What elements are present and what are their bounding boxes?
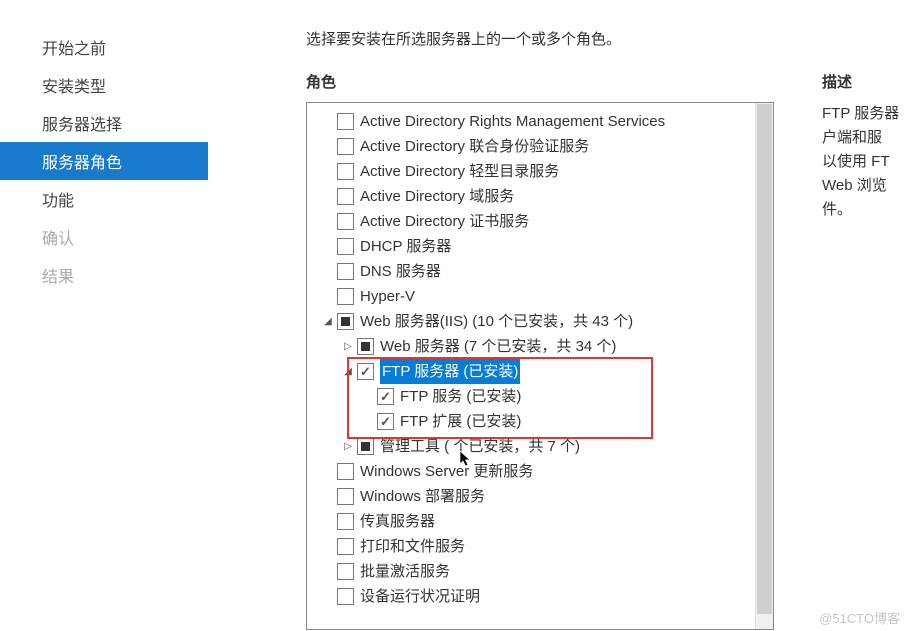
role-checkbox[interactable]: [337, 288, 354, 305]
role-checkbox[interactable]: [337, 113, 354, 130]
role-checkbox[interactable]: [337, 138, 354, 155]
role-checkbox[interactable]: [337, 313, 354, 330]
role-checkbox[interactable]: [337, 188, 354, 205]
role-label: DNS 服务器: [360, 259, 441, 284]
role-label: Active Directory 轻型目录服务: [360, 159, 559, 184]
role-checkbox[interactable]: [337, 513, 354, 530]
role-row[interactable]: 批量激活服务: [315, 559, 769, 584]
nav-server-selection[interactable]: 服务器选择: [0, 104, 208, 142]
description-text: FTP 服务器 户端和服 以使用 FT Web 浏览 件。: [822, 102, 906, 222]
watermark-text: @51CTO博客: [819, 608, 900, 627]
expander-expand-icon[interactable]: ▷: [341, 334, 355, 359]
role-label: Windows Server 更新服务: [360, 459, 533, 484]
roles-tree: Active Directory Rights Management Servi…: [306, 102, 774, 630]
scroll-thumb[interactable]: [757, 104, 772, 614]
role-row[interactable]: Active Directory 轻型目录服务: [315, 159, 769, 184]
role-row[interactable]: DHCP 服务器: [315, 234, 769, 259]
role-row[interactable]: FTP 扩展 (已安装): [315, 409, 769, 434]
expander-collapse-icon[interactable]: ◢: [321, 309, 335, 334]
role-label: DHCP 服务器: [360, 234, 451, 259]
role-label: Active Directory 域服务: [360, 184, 514, 209]
nav-installation-type[interactable]: 安装类型: [0, 66, 208, 104]
role-row[interactable]: 传真服务器: [315, 509, 769, 534]
nav-confirmation: 确认: [0, 218, 208, 256]
nav-before-you-begin[interactable]: 开始之前: [0, 28, 208, 66]
role-checkbox[interactable]: [357, 363, 374, 380]
role-row[interactable]: DNS 服务器: [315, 259, 769, 284]
main-panel: 选择要安装在所选服务器上的一个或多个角色。 角色 Active Director…: [208, 0, 906, 631]
wizard-sidebar: 开始之前 安装类型 服务器选择 服务器角色 功能 确认 结果: [0, 0, 208, 631]
role-row[interactable]: Active Directory Rights Management Servi…: [315, 109, 769, 134]
role-checkbox[interactable]: [337, 563, 354, 580]
role-label: Windows 部署服务: [360, 484, 485, 509]
role-row[interactable]: 打印和文件服务: [315, 534, 769, 559]
role-label: FTP 服务 (已安装): [400, 384, 521, 409]
scrollbar[interactable]: [755, 103, 773, 629]
role-row[interactable]: ◢ FTP 服务器 (已安装): [315, 359, 769, 384]
role-checkbox[interactable]: [357, 338, 374, 355]
role-checkbox[interactable]: [377, 388, 394, 405]
role-checkbox[interactable]: [337, 238, 354, 255]
role-row[interactable]: Windows Server 更新服务: [315, 459, 769, 484]
role-checkbox[interactable]: [377, 413, 394, 430]
role-checkbox[interactable]: [337, 263, 354, 280]
role-row[interactable]: 设备运行状况证明: [315, 584, 769, 609]
role-checkbox[interactable]: [337, 163, 354, 180]
role-label: 传真服务器: [360, 509, 435, 534]
roles-header: 角色: [306, 71, 774, 92]
role-label: Hyper-V: [360, 284, 415, 309]
role-row[interactable]: ◢ Web 服务器(IIS) (10 个已安装，共 43 个): [315, 309, 769, 334]
nav-features[interactable]: 功能: [0, 180, 208, 218]
role-checkbox[interactable]: [337, 588, 354, 605]
role-label: FTP 服务器 (已安装): [380, 359, 520, 384]
expander-collapse-icon[interactable]: ◢: [341, 359, 355, 384]
role-label: Web 服务器(IIS) (10 个已安装，共 43 个): [360, 309, 633, 334]
role-label: Active Directory 联合身份验证服务: [360, 134, 589, 159]
role-checkbox[interactable]: [337, 213, 354, 230]
role-label: FTP 扩展 (已安装): [400, 409, 521, 434]
role-row[interactable]: Hyper-V: [315, 284, 769, 309]
nav-results: 结果: [0, 256, 208, 294]
role-checkbox[interactable]: [337, 488, 354, 505]
role-checkbox[interactable]: [337, 538, 354, 555]
role-row[interactable]: FTP 服务 (已安装): [315, 384, 769, 409]
role-label: Web 服务器 (7 个已安装，共 34 个): [380, 334, 616, 359]
instruction-text: 选择要安装在所选服务器上的一个或多个角色。: [306, 28, 906, 49]
expander-expand-icon[interactable]: ▷: [341, 434, 355, 459]
role-label: 批量激活服务: [360, 559, 450, 584]
role-row[interactable]: Windows 部署服务: [315, 484, 769, 509]
role-row[interactable]: ▷ Web 服务器 (7 个已安装，共 34 个): [315, 334, 769, 359]
role-label: 管理工具 ( 个已安装，共 7 个): [380, 434, 580, 459]
role-row[interactable]: Active Directory 联合身份验证服务: [315, 134, 769, 159]
role-row[interactable]: ▷ 管理工具 ( 个已安装，共 7 个): [315, 434, 769, 459]
role-label: Active Directory 证书服务: [360, 209, 529, 234]
role-checkbox[interactable]: [337, 463, 354, 480]
description-header: 描述: [822, 71, 906, 92]
role-label: 设备运行状况证明: [360, 584, 480, 609]
role-label: 打印和文件服务: [360, 534, 465, 559]
role-row[interactable]: Active Directory 证书服务: [315, 209, 769, 234]
role-row[interactable]: Active Directory 域服务: [315, 184, 769, 209]
role-checkbox[interactable]: [357, 438, 374, 455]
nav-server-roles[interactable]: 服务器角色: [0, 142, 208, 180]
role-label: Active Directory Rights Management Servi…: [360, 109, 665, 134]
